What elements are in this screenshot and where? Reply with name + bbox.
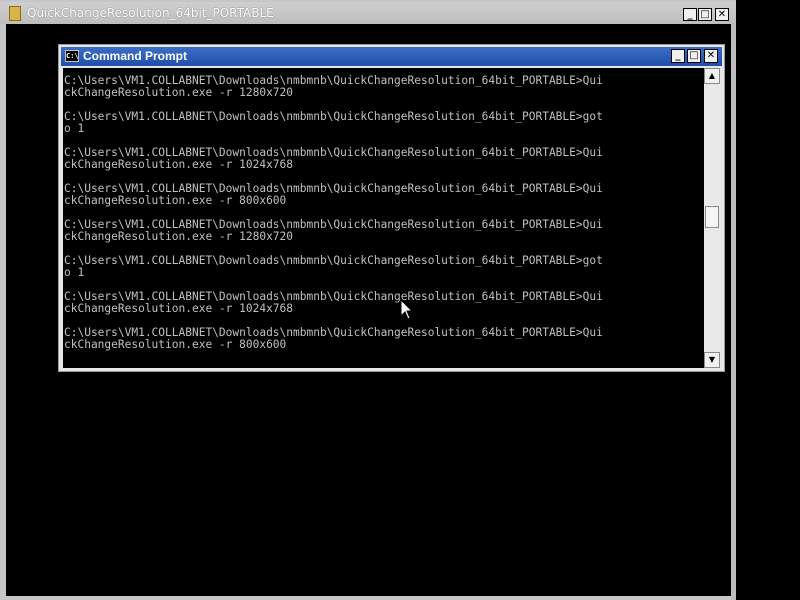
cmd-maximize-button[interactable]: □: [687, 49, 701, 63]
console-line: o 1: [64, 122, 85, 135]
console-line: ckChangeResolution.exe -r 1280x720: [64, 230, 294, 243]
console-line: ckChangeResolution.exe -r 1024x768: [64, 302, 294, 315]
command-prompt-title: Command Prompt: [83, 49, 188, 63]
console-icon: C:\: [65, 50, 79, 62]
scroll-up-arrow-icon[interactable]: ▲: [704, 68, 720, 84]
outer-titlebar[interactable]: QuickChangeResolution_64bit_PORTABLE _ □…: [0, 2, 736, 24]
outer-window-title: QuickChangeResolution_64bit_PORTABLE: [27, 6, 274, 20]
cmd-close-button[interactable]: ✕: [704, 49, 718, 63]
command-prompt-window: C:\ Command Prompt _ □ ✕ C:\Users\VM1.CO…: [58, 44, 725, 372]
console-line: ckChangeResolution.exe -r 1280x720: [64, 86, 294, 99]
console-text: C:\Users\VM1.COLLABNET\Downloads\nmbmnb\…: [63, 68, 704, 351]
console-line: C:\Users\VM1.COLLABNET\Downloads\nmbmnb\…: [64, 254, 603, 267]
command-prompt-titlebar[interactable]: C:\ Command Prompt _ □ ✕: [61, 47, 722, 66]
cmd-minimize-button[interactable]: _: [671, 49, 685, 63]
outer-maximize-button[interactable]: □: [698, 8, 712, 21]
vertical-scrollbar[interactable]: ▲ ▼: [704, 68, 720, 368]
console-line: o 1: [64, 266, 85, 279]
scroll-down-arrow-icon[interactable]: ▼: [704, 352, 720, 368]
folder-icon: [9, 6, 21, 21]
console-line: ckChangeResolution.exe -r 1024x768: [64, 158, 294, 171]
outer-window-border: [731, 24, 736, 600]
arrow-cursor-icon: [400, 299, 414, 320]
console-output[interactable]: C:\Users\VM1.COLLABNET\Downloads\nmbmnb\…: [63, 68, 704, 368]
console-line: ckChangeResolution.exe -r 800x600: [64, 194, 287, 207]
scrollbar-thumb[interactable]: [705, 206, 719, 228]
console-line: C:\Users\VM1.COLLABNET\Downloads\nmbmnb\…: [64, 110, 603, 123]
outer-minimize-button[interactable]: _: [683, 8, 697, 21]
console-line: ckChangeResolution.exe -r 800x600: [64, 338, 287, 351]
outer-close-button[interactable]: ✕: [715, 8, 729, 21]
